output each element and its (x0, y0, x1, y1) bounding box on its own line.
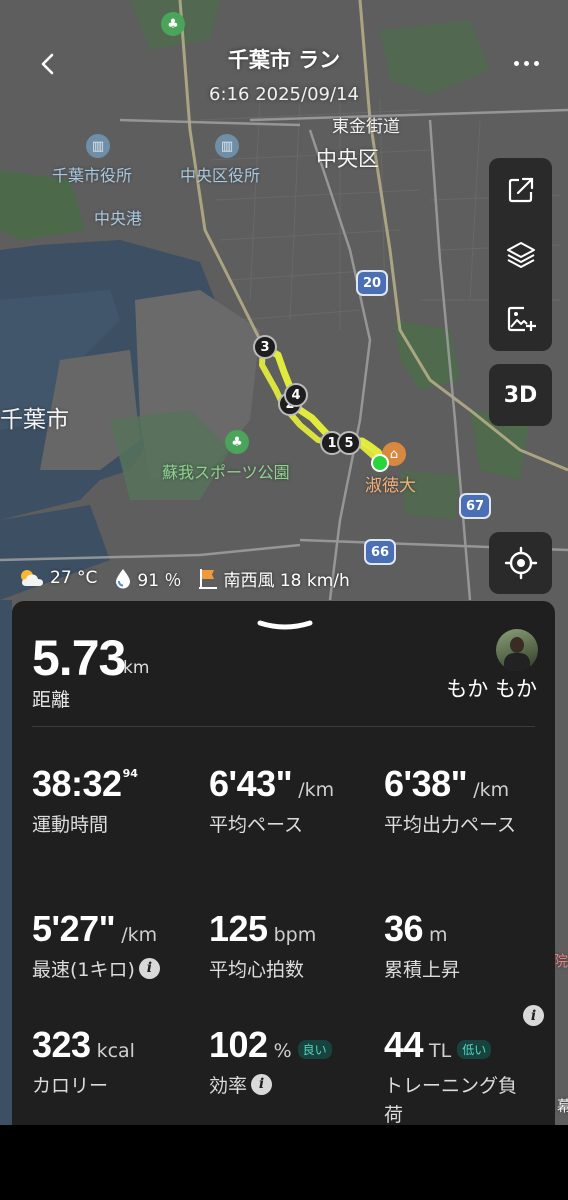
stat-efficiency: 102% 良い 効率 i (209, 1024, 384, 1101)
duration-hundredths: 94 (122, 767, 138, 780)
avg-heart-rate-value: 125 (209, 908, 268, 949)
road-shield: 67 (459, 493, 492, 519)
map-label-edge-2: 幕 (557, 1097, 568, 1115)
info-icon[interactable]: i (523, 1005, 544, 1026)
park-icon: ♣ (161, 12, 185, 36)
map-label-shukutoku: 淑徳大 (365, 476, 416, 496)
stat-training-load: 44 TL 低い トレーニング負荷 (384, 1024, 534, 1125)
activity-datetime: 6:16 2025/09/14 (209, 84, 359, 105)
training-load-unit: TL (429, 1040, 452, 1062)
ward-office-icon: ▥ (215, 134, 239, 158)
avg-power-pace-label: 平均出力ペース (384, 814, 517, 836)
efficiency-value: 102 (209, 1024, 268, 1065)
user-name: もか もか (446, 677, 537, 701)
info-icon[interactable]: i (138, 958, 160, 979)
map-label-soga-park: 蘇我スポーツ公園 (162, 463, 290, 482)
info-icon[interactable]: i (251, 1074, 273, 1095)
share-icon (508, 178, 533, 203)
avg-power-pace-value: 6'38" (384, 763, 468, 804)
efficiency-unit: % (273, 1040, 292, 1062)
avg-power-pace-unit: /km (473, 779, 510, 801)
humidity-value: 91 ％ (137, 570, 182, 591)
efficiency-label: 効率 (209, 1075, 248, 1097)
training-load-label: トレーニング負荷 (384, 1075, 518, 1125)
route-marker-km[interactable]: 3 (253, 335, 277, 359)
3d-view-button[interactable]: 3D (489, 364, 552, 426)
distance-value: 5.73 (32, 630, 126, 686)
elevation-gain-label: 累積上昇 (384, 959, 461, 981)
system-nav-bar (0, 1125, 568, 1200)
temperature-value: 27 °C (50, 568, 98, 588)
humidity-icon (113, 567, 133, 589)
map-label-chuo-port: 中央港 (94, 209, 143, 228)
share-button[interactable] (489, 158, 552, 222)
page-title: 千葉市 ラン (227, 48, 341, 72)
weather-bar: 27 °C 91 ％ 南西風 18 km/h (18, 565, 350, 591)
stat-elevation-gain: 36 m 累積上昇 (384, 908, 555, 985)
avg-pace-label: 平均ペース (209, 814, 304, 836)
drag-handle-icon[interactable] (256, 619, 314, 635)
add-image-button[interactable] (489, 287, 552, 351)
distance-unit: km (123, 658, 150, 678)
road-shield: 66 (364, 539, 397, 565)
route-start-marker (371, 454, 389, 472)
wind-value: 南西風 18 km/h (223, 570, 350, 591)
calories-value: 323 (32, 1024, 91, 1065)
road-shield: 20 (356, 270, 389, 296)
route-marker-km[interactable]: 5 (337, 431, 361, 455)
map-label-chuo-ku: 中央区 (316, 147, 379, 171)
wind-flag-icon (197, 567, 219, 589)
layers-icon (506, 242, 535, 269)
route-marker-km[interactable]: 4 (284, 383, 308, 407)
partly-cloudy-icon (18, 568, 46, 588)
more-dots-icon (513, 60, 519, 66)
map-label-chiba-city-office: 千葉市役所 (52, 166, 133, 185)
stat-fastest-km: 5'27"/km 最速(1キロ) i (32, 908, 207, 985)
avg-heart-rate-unit: bpm (273, 924, 317, 946)
stat-avg-power-pace: 6'38"/km 平均出力ペース (384, 763, 544, 840)
fastest-km-unit: /km (121, 924, 158, 946)
avg-pace-unit: /km (298, 779, 335, 801)
layers-button[interactable] (489, 222, 552, 286)
stat-avg-pace: 6'43"/km 平均ペース (209, 763, 384, 840)
avg-pace-value: 6'43" (209, 763, 293, 804)
efficiency-badge: 良い (297, 1040, 332, 1059)
map-label-chuo-ward-office: 中央区役所 (180, 166, 261, 185)
avatar[interactable] (496, 629, 538, 671)
divider (32, 726, 535, 727)
training-load-value: 44 (384, 1024, 424, 1065)
elevation-gain-value: 36 (384, 908, 424, 949)
locate-button[interactable] (489, 532, 552, 594)
map-toolbar (489, 158, 552, 351)
stat-calories: 323 kcal カロリー (32, 1024, 207, 1101)
crosshair-icon (504, 546, 537, 580)
distance-label: 距離 (32, 689, 71, 711)
calories-label: カロリー (32, 1075, 109, 1097)
more-options-button[interactable] (506, 50, 546, 76)
park-tree-icon: ♣ (225, 430, 249, 454)
map-label-higashi-kaido: 東金街道 (332, 117, 400, 137)
add-image-icon (507, 306, 536, 331)
map-label-edge: 院 (553, 952, 568, 970)
training-load-badge: 低い (457, 1040, 492, 1059)
map-label-chiba-city: 千葉市 (0, 407, 69, 433)
elevation-gain-unit: m (429, 924, 448, 946)
fastest-km-value: 5'27" (32, 908, 116, 949)
duration-label: 運動時間 (32, 814, 109, 836)
avg-heart-rate-label: 平均心拍数 (209, 959, 305, 981)
duration-value: 38:32 (32, 763, 122, 804)
calories-unit: kcal (96, 1040, 135, 1062)
activity-summary-panel: 5.73 km 距離 もか もか 38:3294 運動時間 6'43"/km 平… (12, 601, 555, 1125)
stat-avg-heart-rate: 125 bpm 平均心拍数 (209, 908, 384, 985)
fastest-km-label: 最速(1キロ) (32, 959, 135, 981)
stat-duration: 38:3294 運動時間 (32, 763, 207, 840)
city-office-icon: ▥ (86, 134, 110, 158)
